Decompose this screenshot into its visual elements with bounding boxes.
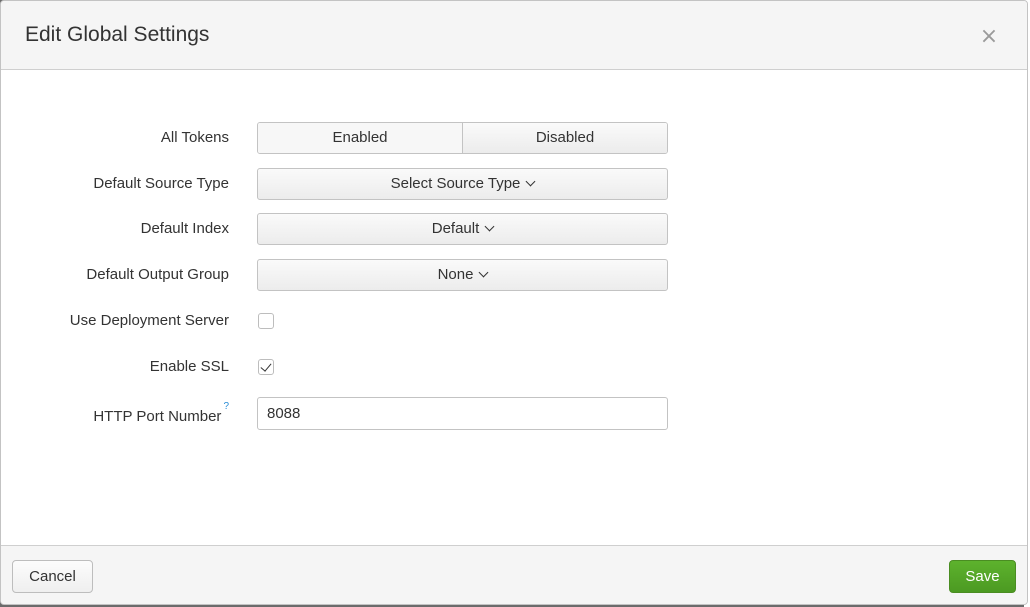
default-index-label: Default Index — [140, 220, 229, 237]
http-port-number-label: HTTP Port Number? — [93, 396, 229, 430]
chevron-down-icon — [525, 176, 536, 187]
dialog-header: Edit Global Settings × — [1, 1, 1027, 70]
default-output-group-dropdown[interactable]: None — [257, 259, 668, 291]
checkmark-icon — [260, 360, 272, 372]
chevron-down-icon — [484, 221, 495, 232]
default-output-group-control: None — [257, 259, 668, 291]
dialog-title: Edit Global Settings — [25, 23, 210, 46]
default-index-value: Default — [431, 220, 480, 237]
close-icon[interactable]: × — [979, 26, 999, 48]
dialog-body: All Tokens Enabled Disabled Default Sour… — [1, 71, 1027, 545]
http-port-number-row: HTTP Port Number? — [1, 396, 1027, 430]
default-index-dropdown[interactable]: Default — [257, 213, 668, 245]
default-index-row: Default Index Default — [1, 212, 1027, 246]
all-tokens-enabled-button[interactable]: Enabled — [258, 123, 462, 153]
enable-ssl-row: Enable SSL — [1, 350, 1027, 384]
http-port-number-input[interactable] — [257, 397, 668, 430]
enable-ssl-checkbox[interactable] — [258, 359, 274, 375]
default-source-type-label: Default Source Type — [93, 175, 229, 192]
default-output-group-row: Default Output Group None — [1, 258, 1027, 292]
http-port-number-label-text: HTTP Port Number — [93, 408, 222, 425]
all-tokens-control: Enabled Disabled — [257, 122, 668, 154]
all-tokens-disabled-button[interactable]: Disabled — [462, 123, 667, 153]
default-index-control: Default — [257, 213, 668, 245]
cancel-button[interactable]: Cancel — [12, 560, 93, 593]
default-source-type-dropdown[interactable]: Select Source Type — [257, 168, 668, 200]
default-source-type-row: Default Source Type Select Source Type — [1, 167, 1027, 201]
default-output-group-label: Default Output Group — [86, 266, 229, 283]
dialog-footer: Cancel Save — [1, 545, 1027, 604]
enable-ssl-label: Enable SSL — [149, 358, 229, 375]
use-deployment-server-label: Use Deployment Server — [69, 312, 229, 329]
default-output-group-value: None — [437, 266, 474, 283]
edit-global-settings-dialog: Edit Global Settings × All Tokens Enable… — [0, 0, 1028, 605]
save-button[interactable]: Save — [949, 560, 1016, 593]
all-tokens-label: All Tokens — [160, 129, 229, 146]
use-deployment-server-checkbox[interactable] — [258, 313, 274, 329]
all-tokens-row: All Tokens Enabled Disabled — [1, 121, 1027, 155]
all-tokens-toggle-group: Enabled Disabled — [257, 122, 668, 154]
default-source-type-value: Select Source Type — [390, 175, 521, 192]
use-deployment-server-row: Use Deployment Server — [1, 304, 1027, 338]
help-icon[interactable]: ? — [223, 401, 229, 412]
default-source-type-control: Select Source Type — [257, 168, 668, 200]
chevron-down-icon — [478, 267, 489, 278]
